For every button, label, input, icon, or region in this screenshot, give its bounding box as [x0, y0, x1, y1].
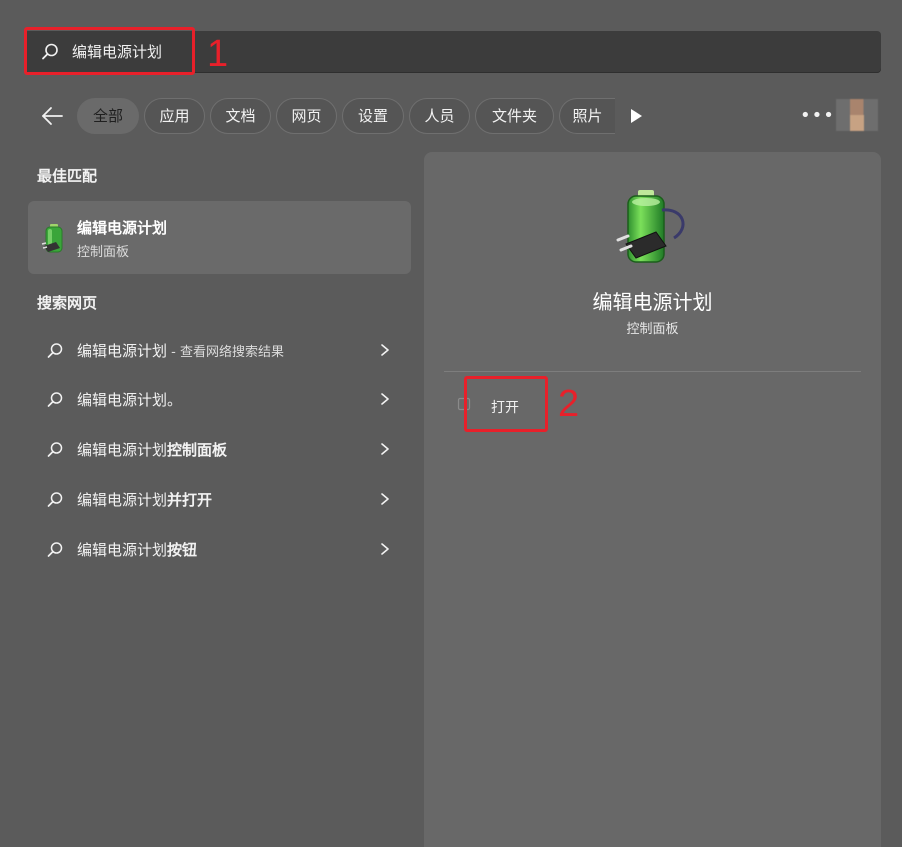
filter-chip-all[interactable]: 全部 — [77, 98, 139, 134]
preview-subtitle: 控制面板 — [626, 322, 679, 337]
power-plan-icon — [616, 190, 685, 263]
web-search-item[interactable]: 编辑电源计划按钮 — [28, 529, 411, 569]
chevron-right-icon — [381, 344, 389, 356]
search-icon — [47, 392, 63, 407]
best-match-heading: 最佳匹配 — [37, 167, 98, 185]
web-search-item-prefix: 编辑电源计划 — [77, 342, 168, 360]
web-search-item-text: 编辑电源计划 - 查看网络搜索结果 — [77, 340, 284, 361]
web-search-item-text: 编辑电源计划。 — [77, 389, 182, 410]
more-icon[interactable]: ••• — [800, 104, 834, 128]
search-icon — [47, 492, 63, 507]
play-icon[interactable] — [628, 107, 644, 125]
annotation-number-1: 1 — [207, 33, 229, 75]
back-arrow-icon[interactable] — [40, 104, 64, 128]
search-window: 编辑电源计划 1 全部 应用 文档 网页 设置 人员 文件夹 照片 ••• 最佳… — [0, 0, 902, 847]
web-search-item-bold: 控制面板 — [167, 441, 228, 459]
filter-chip-people[interactable]: 人员 — [409, 98, 470, 134]
search-icon — [47, 343, 63, 358]
web-search-item-text: 编辑电源计划控制面板 — [77, 439, 227, 460]
web-search-item[interactable]: 编辑电源计划并打开 — [28, 479, 411, 519]
filter-chip-apps[interactable]: 应用 — [144, 98, 205, 134]
web-search-item-text: 编辑电源计划按钮 — [77, 539, 197, 560]
web-search-item-bold: 按钮 — [167, 541, 198, 559]
preview-title: 编辑电源计划 — [592, 290, 713, 314]
best-match-title: 编辑电源计划 — [77, 219, 168, 237]
chevron-right-icon — [381, 493, 389, 505]
web-search-item-prefix: 编辑电源计划 — [77, 541, 168, 559]
annotation-box-2 — [464, 376, 548, 432]
filter-chip-web[interactable]: 网页 — [276, 98, 337, 134]
chevron-right-icon — [381, 443, 389, 455]
web-search-item-text: 编辑电源计划并打开 — [77, 489, 212, 510]
web-search-item-prefix: 编辑电源计划。 — [77, 391, 183, 409]
annotation-number-2: 2 — [558, 383, 580, 425]
web-search-heading: 搜索网页 — [37, 294, 98, 312]
web-search-item-prefix: 编辑电源计划 — [77, 491, 168, 509]
annotation-box-1 — [24, 27, 195, 75]
web-search-item[interactable]: 编辑电源计划控制面板 — [28, 429, 411, 469]
power-plan-icon — [41, 224, 63, 253]
search-icon — [47, 542, 63, 557]
filter-chip-photos[interactable]: 照片 — [559, 98, 615, 134]
web-search-item-prefix: 编辑电源计划 — [77, 441, 168, 459]
chevron-right-icon — [381, 393, 389, 405]
web-search-item[interactable]: 编辑电源计划。 — [28, 379, 411, 419]
web-search-item[interactable]: 编辑电源计划 - 查看网络搜索结果 — [28, 330, 411, 370]
avatar[interactable] — [836, 99, 878, 131]
filter-chip-folders[interactable]: 文件夹 — [475, 98, 554, 134]
filter-chip-documents[interactable]: 文档 — [210, 98, 271, 134]
chevron-right-icon — [381, 543, 389, 555]
filter-chip-settings[interactable]: 设置 — [342, 98, 404, 134]
search-icon — [47, 442, 63, 457]
divider — [444, 371, 861, 372]
best-match-subtitle: 控制面板 — [77, 245, 130, 260]
web-search-item-bold: 并打开 — [167, 491, 213, 509]
web-search-item-suffix: - 查看网络搜索结果 — [167, 345, 284, 360]
